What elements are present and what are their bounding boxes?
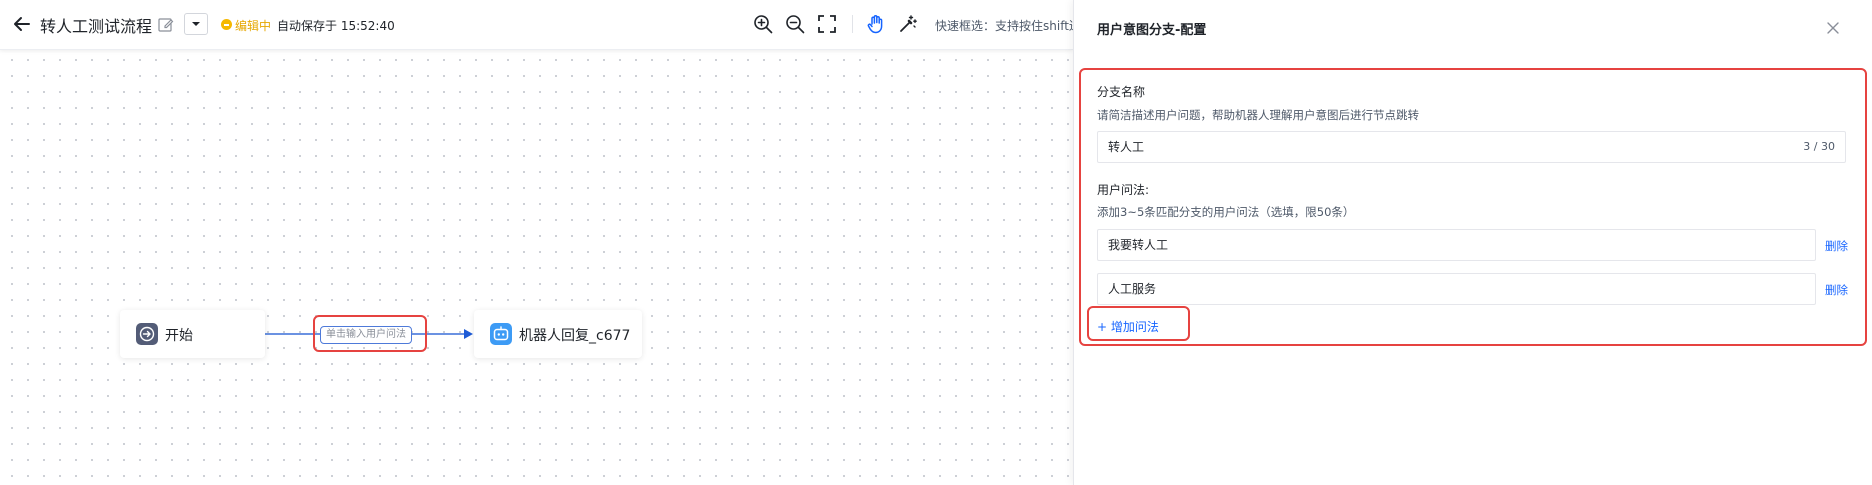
question-value-2: 人工服务 [1108, 282, 1157, 296]
start-node[interactable]: 开始 [120, 310, 265, 358]
panel-title: 用户意图分支-配置 [1097, 23, 1207, 38]
branch-config-panel: 用户意图分支-配置 分支名称 请简洁描述用户问题，帮助机器人理解用户意图后进行节… [1073, 0, 1872, 485]
magic-wand-icon[interactable] [897, 13, 919, 35]
branch-name-label: 分支名称 [1097, 85, 1146, 99]
editor-toolbar: 转人工测试流程 编辑中 自动保存于 15:52:40 快速框选：支持按住shif… [0, 0, 1073, 50]
back-arrow-icon[interactable] [10, 12, 34, 36]
branch-name-hint: 请简洁描述用户问题，帮助机器人理解用户意图后进行节点跳转 [1097, 108, 1419, 122]
hand-icon[interactable] [865, 13, 887, 35]
start-arrow-icon [136, 323, 158, 345]
add-question-button[interactable]: + 增加问法 [1097, 318, 1159, 335]
quick-select-hint: 快速框选：支持按住shift进行框选 [935, 19, 1073, 33]
branch-name-input[interactable]: 转人工 3 / 30 [1097, 131, 1846, 163]
robot-node-label: 机器人回复_c677 [519, 328, 631, 344]
robot-reply-node[interactable]: 机器人回复_c677 [474, 310, 642, 358]
toolbar-divider [852, 15, 853, 33]
questions-label: 用户问法: [1097, 183, 1150, 197]
start-node-label: 开始 [165, 328, 193, 344]
flow-canvas[interactable]: 转人工测试流程 编辑中 自动保存于 15:52:40 快速框选：支持按住shif… [0, 0, 1073, 485]
questions-hint: 添加3~5条匹配分支的用户问法（选填，限50条） [1097, 205, 1355, 219]
chevron-down-icon [192, 22, 200, 26]
flow-title: 转人工测试流程 [40, 17, 153, 36]
char-counter: 3 / 30 [1803, 140, 1835, 153]
flow-menu-dropdown[interactable] [184, 13, 208, 35]
edge-question-input[interactable]: 单击输入用户问法 [320, 326, 412, 344]
robot-icon [490, 323, 512, 345]
branch-name-value: 转人工 [1108, 140, 1145, 154]
close-icon[interactable] [1825, 20, 1841, 36]
question-input-1[interactable]: 我要转人工 [1097, 229, 1816, 261]
status-indicator-icon [221, 19, 232, 30]
fullscreen-icon[interactable] [816, 13, 838, 35]
status-label: 编辑中 [235, 19, 272, 33]
edge-connector [265, 329, 473, 339]
edit-icon[interactable] [157, 16, 175, 34]
question-value-1: 我要转人工 [1108, 238, 1169, 252]
delete-question-1-button[interactable]: 删除 [1825, 238, 1848, 254]
zoom-out-icon[interactable] [784, 13, 806, 35]
autosave-text: 自动保存于 15:52:40 [277, 19, 395, 33]
zoom-in-icon[interactable] [752, 13, 774, 35]
delete-question-2-button[interactable]: 删除 [1825, 282, 1848, 298]
arrowhead-icon [464, 329, 473, 339]
question-input-2[interactable]: 人工服务 [1097, 273, 1816, 305]
